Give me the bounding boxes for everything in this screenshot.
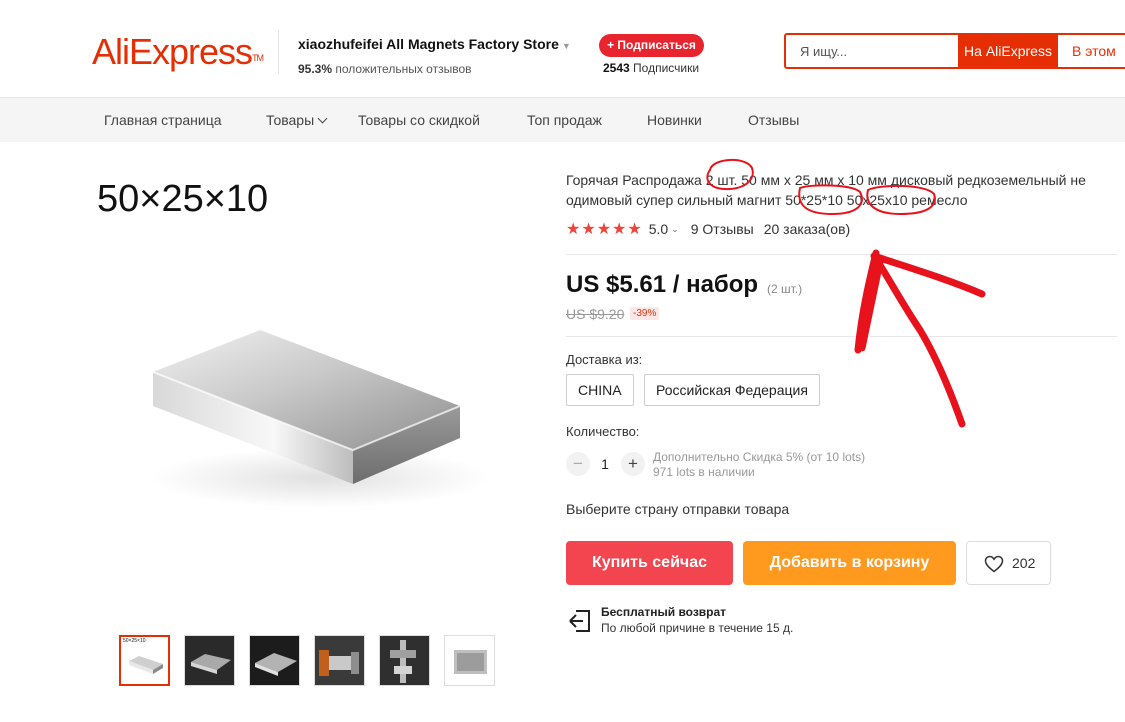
ship-prompt: Выберите страну отправки товара xyxy=(566,501,790,517)
caliper-thumb-icon xyxy=(315,636,364,685)
add-to-cart-button[interactable]: Добавить в корзину xyxy=(743,541,956,585)
store-name-text: xiaozhufeifei All Magnets Factory Store xyxy=(298,36,559,52)
divider xyxy=(566,336,1117,337)
nav-home[interactable]: Главная страница xyxy=(104,98,222,142)
logo-text: AliExpress xyxy=(92,31,253,72)
discount-badge: -39% xyxy=(630,307,660,320)
store-rating-text: положительных отзывов xyxy=(335,62,472,76)
magnet-dark-thumb-icon xyxy=(185,636,234,685)
rating-dropdown-icon[interactable]: ⌄ xyxy=(671,224,679,235)
thumbnail-3[interactable] xyxy=(249,635,300,686)
rating-row: ★★★★★ 5.0 ⌄ 9 Отзывы 20 заказа(ов) xyxy=(566,220,850,238)
return-title: Бесплатный возврат xyxy=(601,605,727,619)
thumbnail-1[interactable]: 50×25×10 xyxy=(119,635,170,686)
search-store-button[interactable]: В этом xyxy=(1058,35,1125,67)
orders-count: 20 заказа(ов) xyxy=(763,221,851,237)
buy-now-button[interactable]: Купить сейчас xyxy=(566,541,733,585)
header-divider xyxy=(278,30,279,74)
ship-from-label: Доставка из: xyxy=(566,352,643,367)
stock-count: 971 lots в наличии xyxy=(653,465,755,479)
store-caret-icon[interactable]: ▼ xyxy=(562,41,571,51)
thumbnail-6[interactable] xyxy=(444,635,495,686)
return-icon xyxy=(569,610,590,632)
search-bar: На AliExpress В этом xyxy=(784,33,1125,69)
quantity-plus-button[interactable]: + xyxy=(621,452,645,476)
ship-option-china[interactable]: CHINA xyxy=(566,374,634,406)
subscribers: 2543 Подписчики xyxy=(603,61,699,75)
annotation-arrow xyxy=(854,249,986,428)
thumbnail-4[interactable] xyxy=(314,635,365,686)
caliper-thumb-icon xyxy=(380,636,429,685)
image-caption: 50×25×10 xyxy=(97,178,269,220)
magnet-dark-thumb-icon xyxy=(250,636,299,685)
bulk-discount: Дополнительно Скидка 5% (от 10 lots) xyxy=(653,450,866,464)
nav-products-label: Товары xyxy=(266,112,315,128)
wishlist-count: 202 xyxy=(1012,555,1036,571)
nav-top-sales[interactable]: Топ продаж xyxy=(527,98,602,142)
quantity-minus-button[interactable]: − xyxy=(566,452,590,476)
magnet-thumb-icon xyxy=(129,656,163,674)
package-thumb-icon xyxy=(445,636,494,685)
search-aliexpress-button[interactable]: На AliExpress xyxy=(958,35,1058,67)
price: US $5.61 / набор xyxy=(566,271,759,298)
nav-products[interactable]: Товары xyxy=(266,98,328,142)
store-name[interactable]: xiaozhufeifei All Magnets Factory Store ▼ xyxy=(298,36,571,52)
thumbnail-2[interactable] xyxy=(184,635,235,686)
return-subtitle: По любой причине в течение 15 д. xyxy=(601,621,794,635)
rating-value: 5.0 xyxy=(648,221,669,237)
chevron-down-icon xyxy=(317,113,328,124)
quantity-note: Дополнительно Скидка 5% (от 10 lots) 971… xyxy=(653,450,865,480)
product-main-image[interactable] xyxy=(85,158,505,618)
store-rating-pct: 95.3% xyxy=(298,62,333,76)
follow-button[interactable]: + Подписаться xyxy=(599,34,704,57)
wishlist-button[interactable]: 202 xyxy=(966,541,1051,585)
reviews-link[interactable]: 9 Отзывы xyxy=(691,221,754,237)
subscribers-label: Подписчики xyxy=(633,61,700,75)
thumbnail-caption: 50×25×10 xyxy=(123,638,146,644)
store-nav: Главная страница Товары Товары со скидко… xyxy=(0,98,1125,142)
search-input[interactable] xyxy=(786,35,972,67)
aliexpress-logo[interactable]: AliExpressTM xyxy=(92,30,264,74)
quantity-label: Количество: xyxy=(566,424,640,439)
product-title: Горячая Распродажа 2 шт. 50 мм х 25 мм х… xyxy=(566,172,1086,208)
rating-stars-icon: ★★★★★ xyxy=(566,221,643,238)
nav-sale[interactable]: Товары со скидкой xyxy=(358,98,480,142)
quantity-value[interactable]: 1 xyxy=(598,456,612,472)
header: AliExpressTM xiaozhufeifei All Magnets F… xyxy=(0,0,1125,98)
heart-icon xyxy=(984,555,1004,573)
nav-reviews[interactable]: Отзывы xyxy=(748,98,799,142)
nav-new[interactable]: Новинки xyxy=(647,98,702,142)
old-price: US $9.20 xyxy=(566,306,625,322)
ship-option-russia[interactable]: Российская Федерация xyxy=(644,374,820,406)
thumbnail-5[interactable] xyxy=(379,635,430,686)
price-unit: (2 шт.) xyxy=(767,282,803,296)
subscribers-count: 2543 xyxy=(603,61,630,75)
logo-tm: TM xyxy=(252,53,264,63)
divider xyxy=(566,254,1117,255)
store-rating: 95.3% положительных отзывов xyxy=(298,62,472,76)
